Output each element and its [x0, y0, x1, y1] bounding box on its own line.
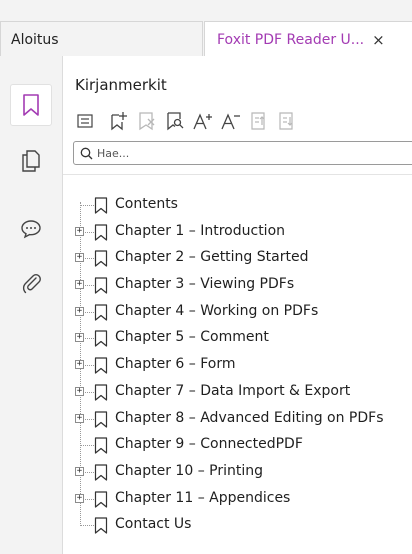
- options-menu-icon: [77, 114, 93, 128]
- bookmark-icon: [94, 357, 108, 374]
- bookmark-label: Chapter 4 – Working on PDFs: [115, 302, 319, 319]
- promote-button[interactable]: [247, 109, 271, 133]
- bookmark-item[interactable]: + Chapter 11 – Appendices: [63, 486, 412, 513]
- tab-bar: Aloitus Foxit PDF Reader U... ×: [0, 0, 412, 57]
- bookmark-icon: [94, 224, 108, 241]
- shrink-font-icon: [221, 113, 240, 130]
- bookmarks-panel: Kirjanmerkit Hae... Contents + Chapter 1…: [63, 56, 412, 554]
- add-bookmark-icon: [111, 112, 127, 131]
- bookmark-label: Contents: [115, 196, 178, 212]
- bookmark-label: Chapter 11 – Appendices: [115, 489, 291, 506]
- tab-home[interactable]: Aloitus: [0, 21, 203, 57]
- panel-title: Kirjanmerkit: [75, 76, 167, 94]
- navigation-rail: [0, 56, 63, 554]
- bookmark-item[interactable]: Chapter 9 – ConnectedPDF: [63, 432, 412, 459]
- bookmark-search: [73, 141, 412, 165]
- bookmark-panel-button[interactable]: [10, 84, 52, 126]
- expand-icon[interactable]: +: [75, 306, 84, 316]
- bookmark-label: Chapter 7 – Data Import & Export: [115, 382, 351, 399]
- find-current-bookmark-button[interactable]: [163, 109, 187, 133]
- pages-panel-icon: [22, 150, 40, 172]
- bookmark-label: Chapter 6 – Form: [115, 356, 236, 373]
- expand-icon[interactable]: +: [75, 253, 84, 263]
- tab-document[interactable]: Foxit PDF Reader U... ×: [204, 21, 412, 57]
- panel-divider: [63, 174, 412, 175]
- attachments-panel-icon: [22, 274, 41, 294]
- bookmarks-toolbar: [73, 108, 303, 134]
- bookmark-icon: [94, 437, 108, 454]
- bookmark-item[interactable]: + Chapter 4 – Working on PDFs: [63, 299, 412, 326]
- delete-bookmark-button[interactable]: [135, 109, 159, 133]
- comments-panel-button[interactable]: [10, 208, 52, 250]
- bookmark-label: Chapter 2 – Getting Started: [115, 249, 309, 266]
- bookmark-item[interactable]: Contact Us: [63, 512, 412, 539]
- bookmark-label: Contact Us: [115, 516, 192, 533]
- bookmark-icon: [94, 490, 108, 508]
- tree-connector: [80, 525, 94, 527]
- tab-home-label: Aloitus: [11, 31, 59, 48]
- expand-icon[interactable]: +: [75, 413, 84, 423]
- bookmark-item[interactable]: Contents: [63, 192, 412, 219]
- close-icon[interactable]: ×: [372, 31, 385, 49]
- bookmark-item[interactable]: + Chapter 3 – Viewing PDFs: [63, 272, 412, 299]
- bookmark-label: Chapter 9 – ConnectedPDF: [115, 436, 303, 453]
- tree-connector: [80, 445, 94, 447]
- expand-icon[interactable]: +: [75, 493, 84, 503]
- add-bookmark-button[interactable]: [107, 109, 131, 133]
- promote-icon: [251, 112, 265, 130]
- expand-icon[interactable]: +: [75, 386, 84, 396]
- bookmark-icon: [94, 197, 108, 214]
- bookmark-icon: [94, 464, 108, 481]
- tree-connector: [80, 205, 94, 206]
- bookmark-item[interactable]: + Chapter 2 – Getting Started: [63, 245, 412, 272]
- pages-panel-button[interactable]: [10, 140, 52, 182]
- bookmark-label: Chapter 1 – Introduction: [115, 222, 286, 239]
- bookmark-icon: [94, 330, 108, 348]
- bookmark-icon: [94, 517, 108, 534]
- options-menu-button[interactable]: [73, 109, 97, 133]
- attachments-panel-button[interactable]: [10, 262, 52, 304]
- expand-font-button[interactable]: [191, 109, 215, 133]
- bookmark-item[interactable]: + Chapter 8 – Advanced Editing on PDFs: [63, 406, 412, 433]
- find-current-bookmark-icon: [167, 112, 184, 131]
- bookmark-icon: [94, 304, 108, 321]
- demote-icon: [279, 112, 293, 130]
- expand-icon[interactable]: +: [75, 360, 84, 370]
- expand-font-icon: [193, 113, 212, 130]
- bookmark-label: Chapter 8 – Advanced Editing on PDFs: [115, 409, 384, 426]
- bookmark-item[interactable]: + Chapter 7 – Data Import & Export: [63, 379, 412, 406]
- bookmark-icon: [94, 250, 108, 267]
- tab-document-label: Foxit PDF Reader U...: [217, 31, 365, 48]
- bookmark-icon: [94, 410, 108, 428]
- bookmark-label: Chapter 5 – Comment: [115, 329, 269, 346]
- bookmark-icon: [94, 384, 108, 401]
- bookmark-icon: [94, 277, 108, 294]
- search-icon: [80, 147, 93, 159]
- bookmark-label: Chapter 10 – Printing: [115, 462, 263, 479]
- bookmark-label: Chapter 3 – Viewing PDFs: [115, 276, 295, 293]
- bookmark-item[interactable]: + Chapter 1 – Introduction: [63, 219, 412, 246]
- bookmark-item[interactable]: + Chapter 5 – Comment: [63, 325, 412, 352]
- bookmark-tree: Contents + Chapter 1 – Introduction + Chapte…: [63, 192, 412, 539]
- bookmark-item[interactable]: + Chapter 10 – Printing: [63, 459, 412, 486]
- expand-icon[interactable]: +: [75, 466, 84, 476]
- bookmark-item[interactable]: + Chapter 6 – Form: [63, 352, 412, 379]
- comments-panel-icon: [21, 220, 41, 239]
- expand-icon[interactable]: +: [75, 333, 84, 343]
- shrink-font-button[interactable]: [219, 109, 243, 133]
- expand-icon[interactable]: +: [75, 280, 84, 290]
- bookmark-panel-icon: [23, 94, 39, 116]
- search-input[interactable]: [93, 145, 379, 161]
- delete-bookmark-icon: [139, 112, 155, 131]
- demote-button[interactable]: [275, 109, 299, 133]
- expand-icon[interactable]: +: [75, 226, 84, 236]
